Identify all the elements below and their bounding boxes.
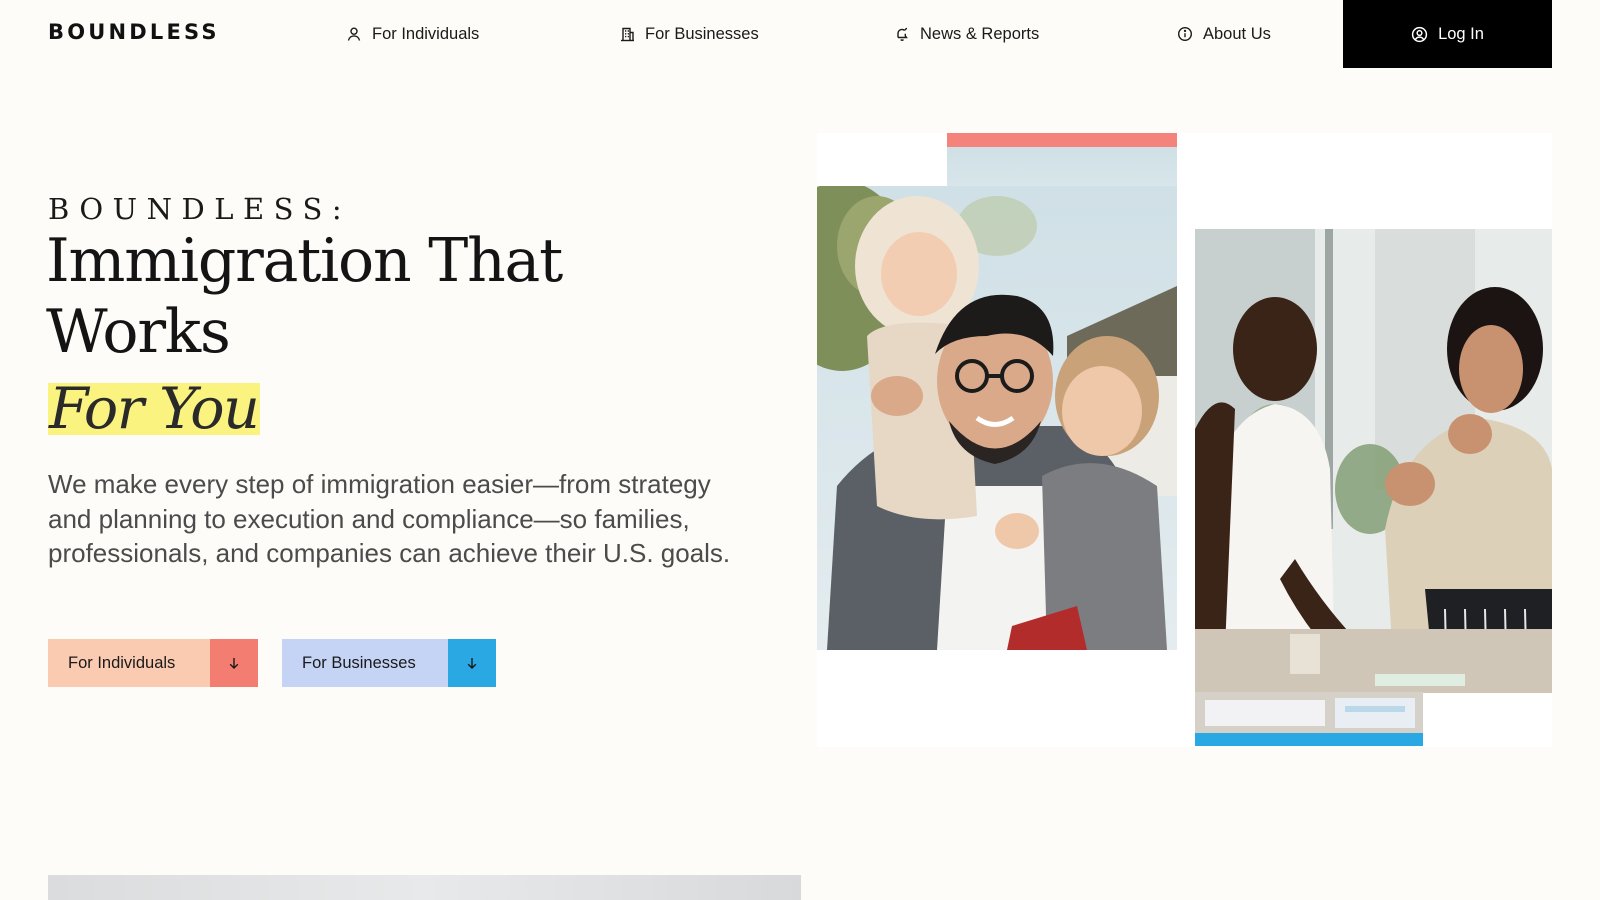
accent-bar-blue bbox=[1195, 733, 1423, 746]
building-icon bbox=[619, 26, 635, 42]
nav-item-label: For Businesses bbox=[645, 24, 759, 43]
top-nav: BOUNDLESS For Individuals For Businesses… bbox=[0, 0, 1600, 68]
nav-item-news[interactable]: News & Reports bbox=[894, 0, 1039, 68]
cta-businesses-button[interactable]: For Businesses bbox=[282, 639, 496, 687]
office-photo bbox=[1195, 229, 1552, 693]
boundless-logo[interactable]: BOUNDLESS bbox=[48, 20, 220, 44]
nav-item-label: For Individuals bbox=[372, 24, 480, 43]
nav-item-individuals[interactable]: For Individuals bbox=[346, 0, 479, 68]
next-section-image bbox=[48, 875, 801, 900]
family-photo bbox=[817, 186, 1177, 650]
nav-item-about[interactable]: About Us bbox=[1177, 0, 1271, 68]
login-button[interactable]: Log In bbox=[1343, 0, 1552, 68]
bell-icon bbox=[894, 26, 910, 42]
photo-sky-strip bbox=[947, 147, 1177, 187]
user-circle-icon bbox=[1411, 26, 1428, 43]
hero-description: We make every step of immigration easier… bbox=[48, 469, 731, 568]
arrow-down-icon bbox=[448, 639, 496, 687]
accent-bar-coral bbox=[947, 133, 1177, 147]
user-icon bbox=[346, 26, 362, 42]
login-label: Log In bbox=[1438, 24, 1484, 43]
info-icon bbox=[1177, 26, 1193, 42]
nav-item-businesses[interactable]: For Businesses bbox=[619, 0, 759, 68]
arrow-down-icon bbox=[210, 639, 258, 687]
office-photo-table-strip bbox=[1195, 692, 1423, 733]
nav-item-label: About Us bbox=[1203, 24, 1271, 43]
hero-highlight: For You bbox=[48, 383, 261, 435]
hero-eyebrow: BOUNDLESS: bbox=[48, 192, 352, 226]
cta-individuals-button[interactable]: For Individuals bbox=[48, 639, 258, 687]
cta-label: For Businesses bbox=[282, 639, 448, 687]
hero-headline: Immigration That Works bbox=[46, 226, 563, 367]
cta-label: For Individuals bbox=[48, 639, 210, 687]
nav-item-label: News & Reports bbox=[920, 24, 1040, 43]
